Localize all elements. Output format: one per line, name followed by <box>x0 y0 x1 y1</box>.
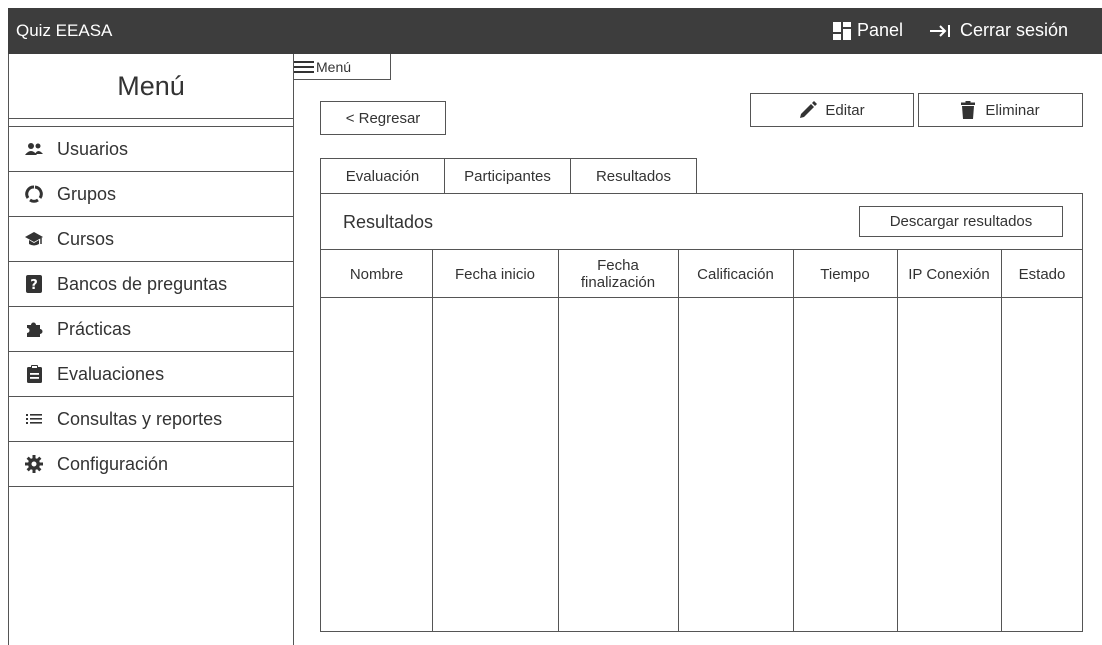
column-header-calificacion[interactable]: Calificación <box>678 250 793 298</box>
download-results-button[interactable]: Descargar resultados <box>859 206 1063 237</box>
column-header-fecha-inicio[interactable]: Fecha inicio <box>432 250 558 298</box>
menu-toggle-button[interactable]: Menú <box>294 54 391 80</box>
app-title: Quiz EEASA <box>16 21 113 40</box>
tab-participantes[interactable]: Participantes <box>444 158 571 194</box>
sidebar-item-label: Configuración <box>57 453 169 474</box>
download-results-label: Descargar resultados <box>889 213 1033 230</box>
graduation-cap-icon <box>25 230 43 248</box>
column-header-tiempo[interactable]: Tiempo <box>793 250 897 298</box>
puzzle-icon <box>25 320 43 338</box>
column-header-ip-conexion[interactable]: IP Conexión <box>897 250 1001 298</box>
list-icon <box>25 410 43 428</box>
top-bar: Quiz EEASA Panel Cerrar sesión <box>8 8 1102 54</box>
sidebar-item-configuracion[interactable]: Configuración <box>9 442 293 487</box>
column-header-label: Fecha finalización <box>580 257 656 291</box>
menu-toggle-label: Menú <box>316 58 352 75</box>
panel-button[interactable]: Panel <box>833 20 903 41</box>
tab-label: Evaluación <box>345 168 420 185</box>
column-divider <box>678 250 679 631</box>
column-header-estado[interactable]: Estado <box>1001 250 1083 298</box>
column-header-nombre[interactable]: Nombre <box>321 250 432 298</box>
sidebar-item-practicas[interactable]: Prácticas <box>9 307 293 352</box>
edit-button[interactable]: Editar <box>750 93 914 127</box>
tab-resultados[interactable]: Resultados <box>570 158 697 194</box>
logout-label: Cerrar sesión <box>960 20 1069 40</box>
hamburger-icon <box>294 60 314 73</box>
sidebar-item-usuarios[interactable]: Usuarios <box>9 127 293 172</box>
column-divider <box>432 250 433 631</box>
svg-text:?: ? <box>30 278 38 293</box>
column-divider <box>793 250 794 631</box>
tab-evaluacion[interactable]: Evaluación <box>320 158 445 194</box>
logout-button[interactable]: Cerrar sesión <box>930 20 1068 41</box>
sidebar-item-evaluaciones[interactable]: Evaluaciones <box>9 352 293 397</box>
results-title: Resultados <box>343 212 434 232</box>
sidebar: Menú Usuarios Grupos Cursos ? Bancos de … <box>8 54 294 645</box>
column-header-label: Tiempo <box>820 265 870 283</box>
panel-label: Panel <box>857 20 904 40</box>
edit-label: Editar <box>825 101 865 119</box>
logout-icon <box>930 24 950 37</box>
delete-button[interactable]: Eliminar <box>918 93 1083 127</box>
sidebar-item-bancos-de-preguntas[interactable]: ? Bancos de preguntas <box>9 262 293 307</box>
column-header-fecha-finalizacion[interactable]: Fecha finalización <box>558 250 678 298</box>
sidebar-item-label: Grupos <box>57 183 117 204</box>
sidebar-item-label: Usuarios <box>57 138 129 159</box>
sidebar-item-label: Consultas y reportes <box>57 408 223 429</box>
sidebar-item-label: Cursos <box>57 228 115 249</box>
sidebar-item-label: Bancos de preguntas <box>57 273 228 294</box>
sidebar-item-label: Prácticas <box>57 318 132 339</box>
sidebar-item-consultas-y-reportes[interactable]: Consultas y reportes <box>9 397 293 442</box>
trash-icon <box>961 101 976 119</box>
column-divider <box>1001 250 1002 631</box>
tab-label: Participantes <box>464 168 551 185</box>
delete-label: Eliminar <box>985 101 1040 119</box>
sidebar-divider <box>9 118 293 127</box>
back-label: < Regresar <box>345 109 421 127</box>
sidebar-item-grupos[interactable]: Grupos <box>9 172 293 217</box>
results-panel: Resultados Descargar resultados Nombre F… <box>320 193 1083 632</box>
column-header-label: IP Conexión <box>908 265 990 283</box>
gear-icon <box>25 455 43 473</box>
back-button[interactable]: < Regresar <box>320 101 446 135</box>
question-icon: ? <box>25 275 43 293</box>
column-header-label: Nombre <box>349 265 404 283</box>
dashboard-icon <box>833 21 851 40</box>
column-header-label: Fecha inicio <box>454 265 536 283</box>
clipboard-icon <box>25 365 43 383</box>
column-header-label: Estado <box>1018 265 1066 283</box>
column-divider <box>897 250 898 631</box>
pencil-icon <box>800 101 818 118</box>
column-divider <box>558 250 559 631</box>
sidebar-item-cursos[interactable]: Cursos <box>9 217 293 262</box>
column-header-label: Calificación <box>697 265 774 283</box>
sidebar-title: Menú <box>117 70 185 101</box>
groups-icon <box>25 185 43 203</box>
users-icon <box>25 140 43 158</box>
sidebar-item-label: Evaluaciones <box>57 363 165 384</box>
tab-label: Resultados <box>595 168 672 185</box>
